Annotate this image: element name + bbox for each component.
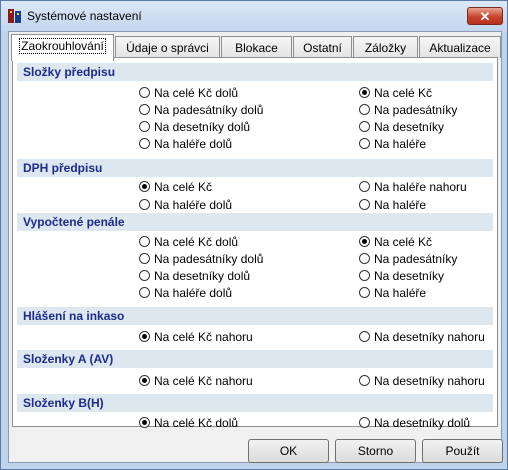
radio-label: Na celé Kč dolů <box>154 235 239 249</box>
radio-circle <box>359 375 370 386</box>
cancel-button[interactable]: Storno <box>335 439 416 463</box>
radio-label: Na haléře <box>374 286 427 300</box>
radio-label: Na haléře dolů <box>154 286 233 300</box>
radio-circle <box>359 417 370 428</box>
radio-circle <box>359 181 370 192</box>
radio-label: Na haléře <box>374 137 427 151</box>
radio-label: Na celé Kč <box>374 86 433 100</box>
section-header-inkaso: Hlášení na inkaso <box>17 307 493 325</box>
window-title: Systémové nastavení <box>27 9 142 23</box>
radio-circle <box>139 331 150 342</box>
radio-circle <box>139 181 150 192</box>
radio-circle <box>359 287 370 298</box>
section-header-slozenky-a: Složenky A (AV) <box>17 350 493 368</box>
radio-label: Na celé Kč dolů <box>154 86 239 100</box>
radio-circle <box>139 121 150 132</box>
radio-circle <box>139 87 150 98</box>
radio-circle <box>359 87 370 98</box>
tab-udaje-o-spravci[interactable]: Údaje o správci <box>115 36 220 58</box>
radio-label: Na celé Kč nahoru <box>154 330 253 344</box>
radio-circle <box>359 236 370 247</box>
close-button[interactable]: ✕ <box>467 7 503 25</box>
section-header-dph: DPH předpisu <box>17 159 493 177</box>
radio-label: Na haléře dolů <box>154 198 233 212</box>
radio-circle <box>359 331 370 342</box>
dialog-window: Systémové nastavení ✕ Zaokrouhlování Úda… <box>0 0 508 470</box>
radio-label: Na desetníky dolů <box>154 269 251 283</box>
radio-label: Na celé Kč <box>374 235 433 249</box>
radio-label: Na padesátníky <box>374 103 458 117</box>
radio-label: Na desetníky dolů <box>374 416 471 430</box>
radio-label: Na haléře nahoru <box>374 180 467 194</box>
apply-button[interactable]: Použít <box>422 439 503 463</box>
tab-aktualizace[interactable]: Aktualizace <box>419 36 501 58</box>
radio-label: Na desetníky nahoru <box>374 374 485 388</box>
radio-label: Na desetníky <box>374 120 445 134</box>
radio-circle <box>139 375 150 386</box>
radio-label: Na desetníky nahoru <box>374 330 485 344</box>
app-icon <box>8 9 21 23</box>
tab-ostatni[interactable]: Ostatní <box>293 36 352 58</box>
radio-circle <box>139 104 150 115</box>
radio-circle <box>139 270 150 281</box>
radio-circle <box>359 199 370 210</box>
ok-button[interactable]: OK <box>248 439 329 463</box>
radio-label: Na celé Kč nahoru <box>154 374 253 388</box>
radio-circle <box>359 104 370 115</box>
tab-zalozky[interactable]: Záložky <box>353 36 418 58</box>
dialog-client: Zaokrouhlování Údaje o správci Blokace O… <box>8 31 503 463</box>
section-header-slozenky-b: Složenky B(H) <box>17 394 493 412</box>
radio-label: Na desetníky dolů <box>154 120 251 134</box>
radio-circle <box>139 199 150 210</box>
radio-circle <box>139 417 150 428</box>
radio-label: Na celé Kč dolů <box>154 416 239 430</box>
tab-zaokrouhlovani[interactable]: Zaokrouhlování <box>11 34 114 61</box>
section-header-penale: Vypočtené penále <box>17 213 493 231</box>
section-header-slozky: Složky předpisu <box>17 63 493 81</box>
tab-label: Zaokrouhlování <box>19 38 106 54</box>
radio-label: Na desetníky <box>374 269 445 283</box>
radio-circle <box>139 138 150 149</box>
radio-label: Na padesátníky dolů <box>154 103 264 117</box>
title-bar[interactable]: Systémové nastavení ✕ <box>1 1 507 31</box>
radio-circle <box>139 287 150 298</box>
radio-circle <box>359 270 370 281</box>
radio-circle <box>359 121 370 132</box>
radio-label: Na haléře dolů <box>154 137 233 151</box>
tab-blokace[interactable]: Blokace <box>221 36 292 58</box>
tab-panel-zaokrouhlovani: Složky předpisu Na celé Kč dolů Na pades… <box>12 57 498 430</box>
radio-label: Na padesátníky dolů <box>154 252 264 266</box>
radio-circle <box>139 253 150 264</box>
radio-circle <box>359 138 370 149</box>
radio-circle <box>139 236 150 247</box>
radio-label: Na celé Kč <box>154 180 213 194</box>
radio-label: Na padesátníky <box>374 252 458 266</box>
radio-label: Na haléře <box>374 198 427 212</box>
radio-circle <box>359 253 370 264</box>
